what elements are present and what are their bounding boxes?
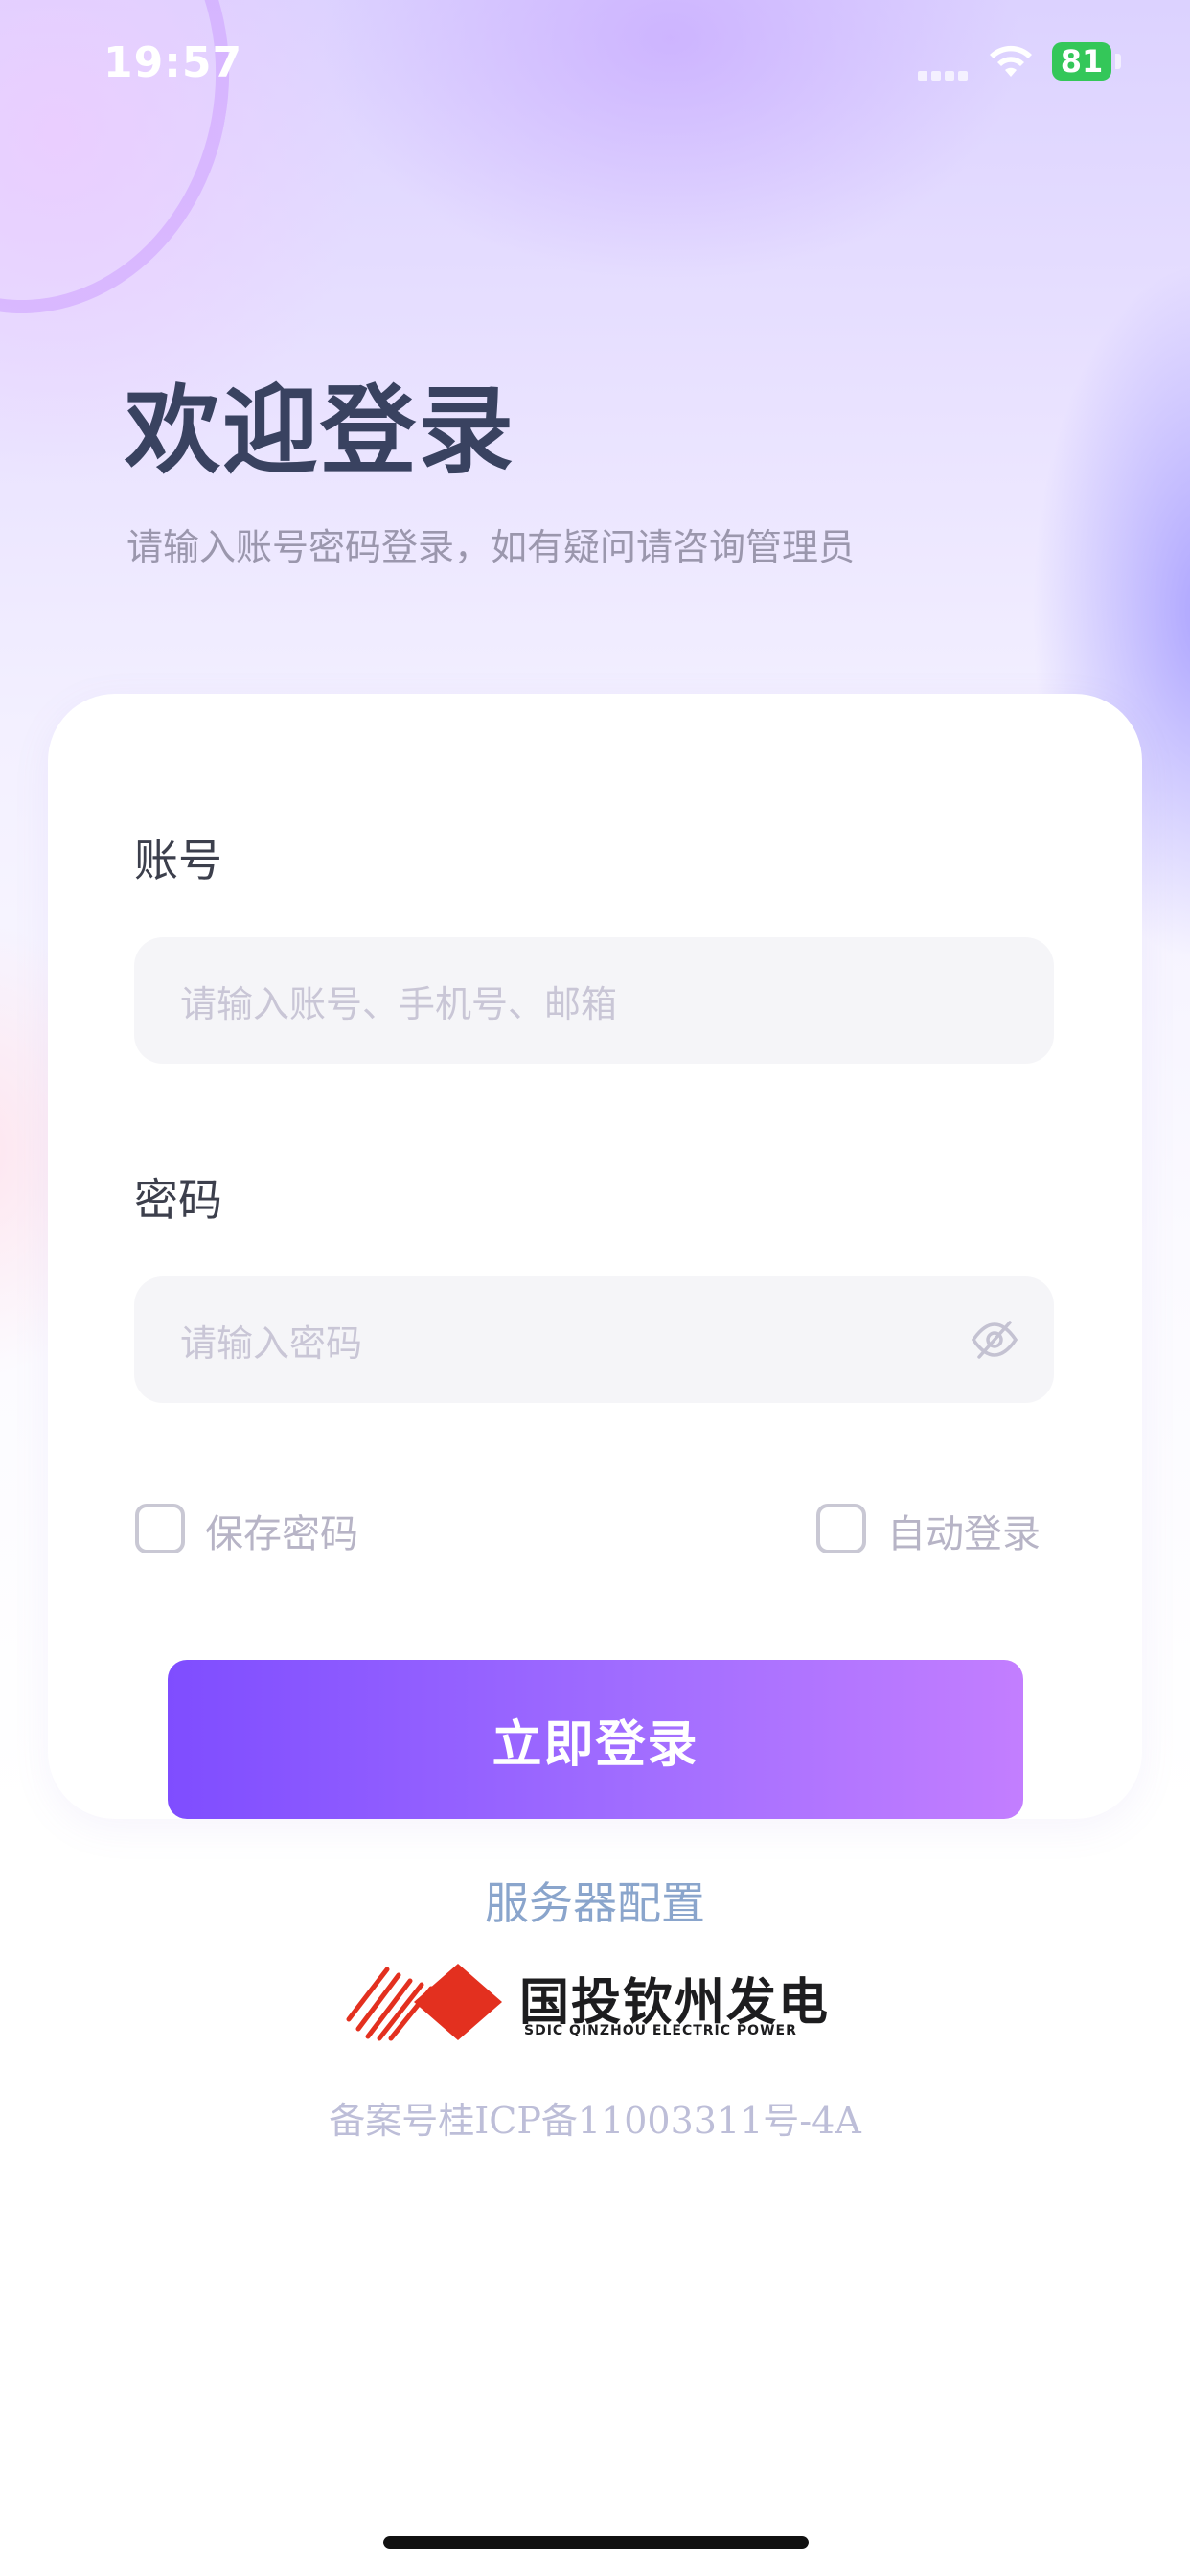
eye-off-icon[interactable] xyxy=(970,1315,1019,1365)
battery-icon: 81 xyxy=(1052,42,1111,80)
logo-english-text: SDIC QINZHOU ELECTRIC POWER xyxy=(524,2023,797,2038)
logo-icon xyxy=(346,1964,502,2041)
account-label: 账号 xyxy=(134,835,222,886)
account-placeholder: 请输入账号、手机号、邮箱 xyxy=(180,982,618,1025)
password-label: 密码 xyxy=(134,1174,222,1226)
wifi-icon xyxy=(990,45,1032,77)
server-config-link[interactable]: 服务器配置 xyxy=(0,1869,1190,1932)
home-indicator[interactable] xyxy=(383,2536,809,2549)
auto-login-label[interactable]: 自动登录 xyxy=(887,1503,1041,1558)
page-subtitle: 请输入账号密码登录，如有疑问请咨询管理员 xyxy=(126,526,856,568)
signal-icon xyxy=(918,71,970,80)
password-placeholder: 请输入密码 xyxy=(180,1322,363,1365)
page-title: 欢迎登录 xyxy=(125,375,515,487)
password-input[interactable]: 请输入密码 xyxy=(134,1276,1054,1403)
company-logo: 国投钦州发电 SDIC QINZHOU ELECTRIC POWER xyxy=(345,1960,843,2046)
auto-login-checkbox[interactable] xyxy=(816,1504,866,1553)
save-password-checkbox[interactable] xyxy=(135,1504,185,1553)
battery-tip xyxy=(1115,54,1121,69)
battery-level: 81 xyxy=(1060,43,1104,80)
account-input[interactable]: 请输入账号、手机号、邮箱 xyxy=(134,937,1054,1064)
save-password-label[interactable]: 保存密码 xyxy=(205,1503,358,1558)
status-time: 19:57 xyxy=(103,38,243,87)
login-card: 账号 请输入账号、手机号、邮箱 密码 请输入密码 保存密码 自动登录 xyxy=(48,694,1142,1819)
login-button[interactable]: 立即登录 xyxy=(168,1660,1023,1819)
icp-record[interactable]: 备案号桂ICP备11003311号-4A xyxy=(0,2091,1190,2144)
